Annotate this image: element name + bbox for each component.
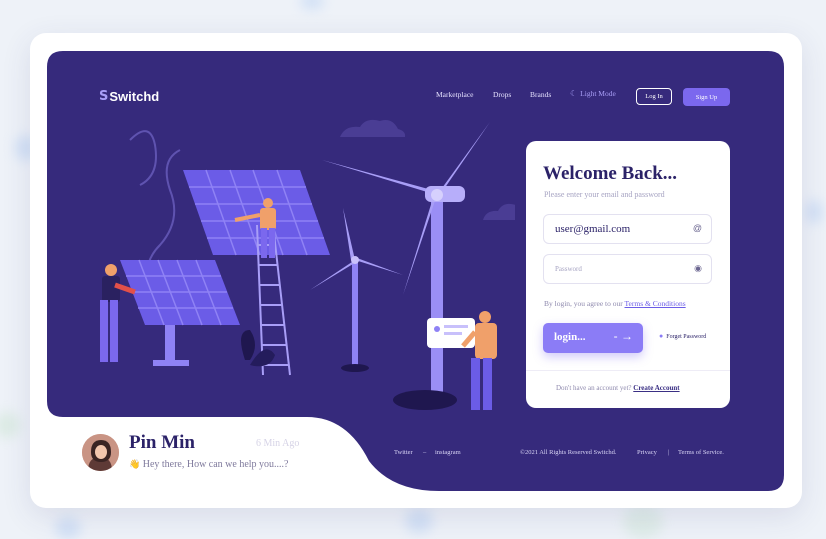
footer-copyright: ©2021 All Rights Reserved Switchd. [520,449,617,456]
footer-pipe: | [668,449,670,456]
panel-divider [526,370,730,371]
panel-title: Welcome Back... [543,163,678,184]
logo-icon: S [99,89,109,104]
background-blob [405,509,433,533]
chat-message[interactable]: 👋 Hey there, How can we help you....? [129,459,289,470]
password-placeholder: Password [555,265,582,273]
footer-terms-link[interactable]: Terms of Service. [678,449,724,456]
create-account-link[interactable]: Create Account [633,384,679,392]
password-field[interactable]: Password ◉ [543,254,712,284]
login-button[interactable]: login... - → [543,323,643,353]
nav-link-brands[interactable]: Brands [530,90,551,99]
renewable-energy-illustration [100,119,515,410]
chat-timestamp: 6 Min Ago [256,438,300,449]
nav-link-marketplace[interactable]: Marketplace [436,90,473,99]
chat-contact-name: Pin Min [129,432,195,453]
background-blob [300,0,324,10]
forget-password-link[interactable]: ● Forget Password [659,333,706,340]
panel-subtitle: Please enter your email and password [544,190,665,199]
moon-icon: ☾ [570,89,578,98]
eye-icon: ◉ [694,263,702,273]
terms-notice: By login, you agree to our Terms & Condi… [544,299,686,308]
email-value: user@gmail.com [555,223,631,235]
no-account-text: Don't have an account yet? [556,384,632,392]
brand-logo[interactable]: S Switchd [99,89,159,104]
light-mode-toggle[interactable]: ☾ Light Mode [570,89,616,98]
avatar[interactable] [82,434,119,471]
signup-prompt: Don't have an account yet? Create Accoun… [556,384,680,392]
login-button-label: login... [554,331,586,343]
background-blob [55,517,81,539]
at-icon: @ [692,223,702,233]
footer-privacy-link[interactable]: Privacy [637,449,657,456]
light-mode-label: Light Mode [580,89,616,98]
wave-icon: 👋 [129,460,141,470]
terms-text: By login, you agree to our [544,299,623,308]
forget-password-label: Forget Password [666,333,707,340]
background-blob [0,412,20,438]
arrow-right-icon: - → [613,329,633,343]
background-blob [623,505,663,539]
nav-link-drops[interactable]: Drops [493,90,511,99]
footer-instagram-link[interactable]: instagram [435,449,461,456]
avatar-image [82,434,119,471]
brand-name: Switchd [109,89,160,104]
nav-signup-button[interactable]: Sign Up [683,88,730,106]
footer-twitter-link[interactable]: Twitter [394,449,413,456]
chat-message-text: Hey there, How can we help you....? [142,459,289,470]
bulb-icon: ● [659,333,664,340]
nav-login-button[interactable]: Log In [636,88,672,105]
email-field[interactable]: user@gmail.com @ [543,214,712,244]
background-blob [805,200,823,224]
footer-separator: – [423,449,427,456]
terms-link[interactable]: Terms & Conditions [625,299,686,308]
